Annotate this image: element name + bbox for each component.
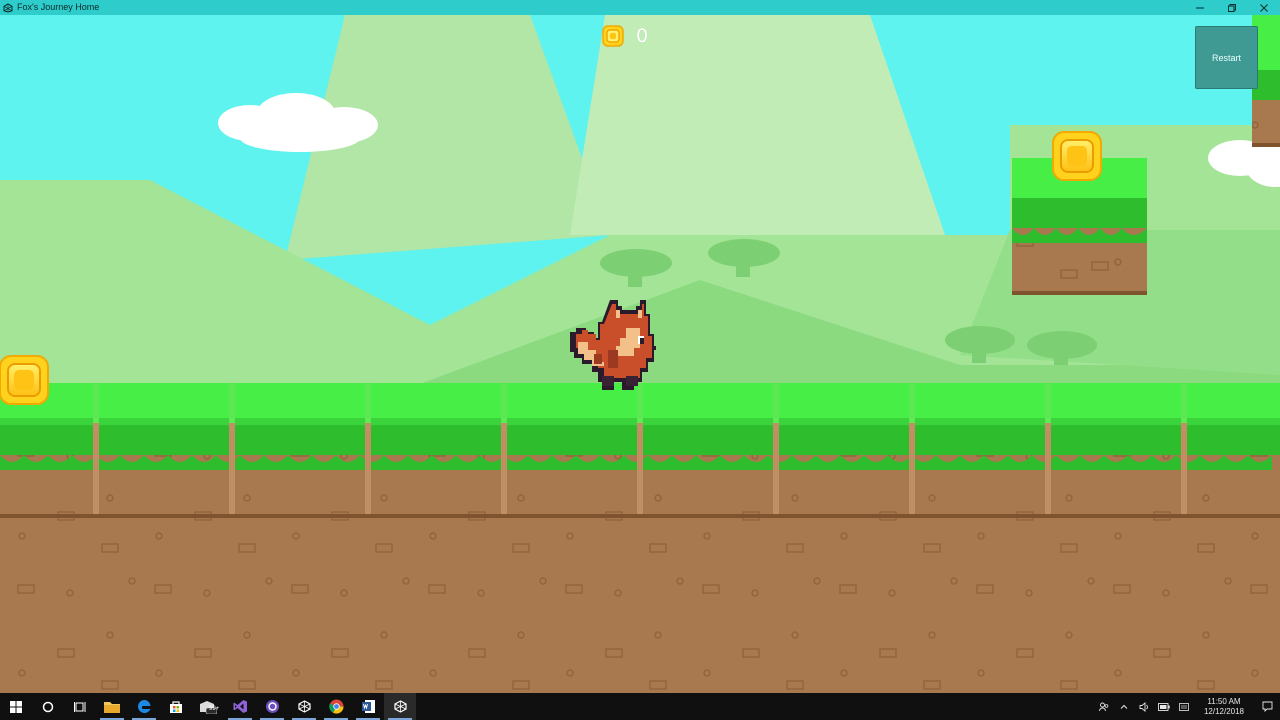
volume-icon[interactable] bbox=[1134, 693, 1154, 720]
game-scene bbox=[0, 15, 1280, 693]
app-circle-icon[interactable] bbox=[256, 693, 288, 720]
restore-icon bbox=[1228, 3, 1236, 12]
coin-pickup bbox=[1052, 131, 1102, 181]
window-controls bbox=[1184, 0, 1280, 15]
mail-badge: 99+ bbox=[209, 706, 220, 712]
clock[interactable]: 11:50 AM 12/12/2018 bbox=[1194, 697, 1254, 717]
word-icon[interactable] bbox=[352, 693, 384, 720]
unity-icon[interactable] bbox=[288, 693, 320, 720]
file-explorer-icon[interactable] bbox=[96, 693, 128, 720]
store-icon[interactable] bbox=[160, 693, 192, 720]
screen: Fox's Journey Home 0 Restart 99+ 11:50 A… bbox=[0, 0, 1280, 720]
clock-date: 12/12/2018 bbox=[1203, 706, 1245, 716]
language-icon[interactable] bbox=[1174, 693, 1194, 720]
minimize-icon bbox=[1196, 7, 1204, 8]
unity-app-icon bbox=[3, 2, 13, 13]
coin-count: 0 bbox=[636, 25, 649, 47]
task-view-icon[interactable] bbox=[64, 693, 96, 720]
close-icon bbox=[1260, 3, 1268, 12]
people-icon[interactable] bbox=[1094, 693, 1114, 720]
cortana-search-icon[interactable] bbox=[32, 693, 64, 720]
unity-active-icon[interactable] bbox=[384, 693, 416, 720]
taskbar: 99+ 11:50 AM 12/12/2018 bbox=[0, 693, 1280, 720]
game-viewport[interactable]: 0 Restart bbox=[0, 15, 1280, 693]
action-center-icon[interactable] bbox=[1254, 693, 1280, 720]
clock-time: 11:50 AM bbox=[1207, 696, 1241, 706]
coin-counter: 0 bbox=[602, 25, 648, 47]
system-tray: 11:50 AM 12/12/2018 bbox=[1094, 693, 1280, 720]
visual-studio-icon[interactable] bbox=[224, 693, 256, 720]
restart-button[interactable]: Restart bbox=[1195, 26, 1258, 89]
close-button[interactable] bbox=[1248, 0, 1280, 15]
chrome-icon[interactable] bbox=[320, 693, 352, 720]
window-title: Fox's Journey Home bbox=[17, 2, 100, 12]
windows-start-icon[interactable] bbox=[0, 693, 32, 720]
coin-pickup bbox=[0, 355, 49, 405]
mail-icon[interactable]: 99+ bbox=[192, 693, 224, 720]
minimize-button[interactable] bbox=[1184, 0, 1216, 15]
coin-icon bbox=[602, 25, 624, 47]
chevron-up-icon[interactable] bbox=[1114, 693, 1134, 720]
battery-icon[interactable] bbox=[1154, 693, 1174, 720]
title-bar[interactable]: Fox's Journey Home bbox=[0, 0, 1280, 15]
restore-button[interactable] bbox=[1216, 0, 1248, 15]
edge-icon[interactable] bbox=[128, 693, 160, 720]
ground bbox=[0, 383, 1280, 693]
